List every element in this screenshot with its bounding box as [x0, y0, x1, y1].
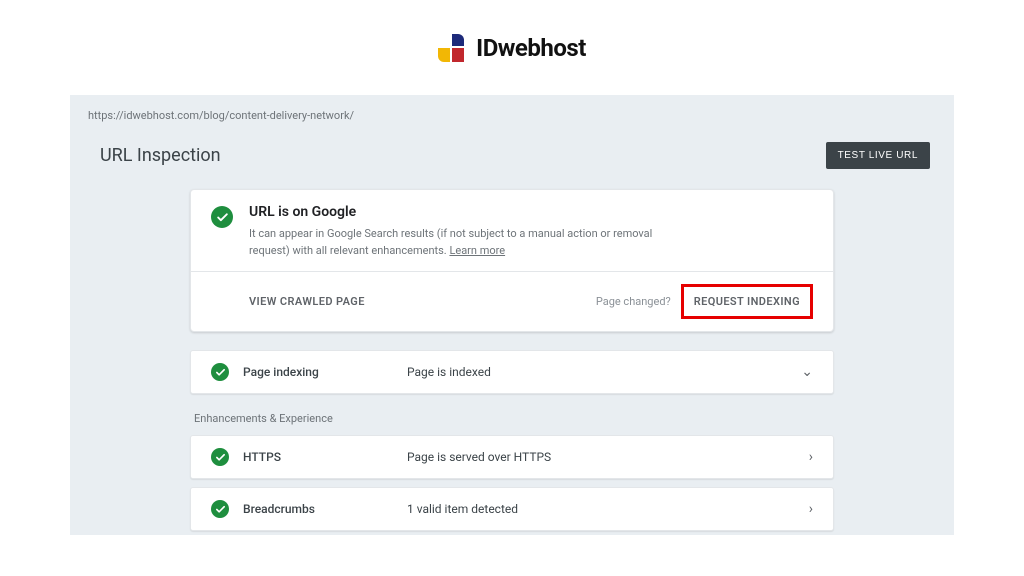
idwebhost-logo-icon — [438, 34, 466, 62]
learn-more-link[interactable]: Learn more — [449, 244, 505, 257]
row-value: Page is served over HTTPS — [407, 450, 795, 464]
page-changed-label: Page changed? — [596, 295, 671, 308]
chevron-right-icon: › — [809, 501, 813, 517]
check-circle-icon — [211, 448, 229, 466]
check-circle-icon — [211, 363, 229, 381]
status-summary: URL is on Google It can appear in Google… — [191, 190, 833, 271]
row-label: Breadcrumbs — [243, 502, 393, 516]
https-row[interactable]: HTTPS Page is served over HTTPS › — [190, 435, 834, 479]
status-description: It can appear in Google Search results (… — [249, 226, 679, 259]
request-indexing-button[interactable]: REQUEST INDEXING — [681, 284, 813, 319]
chevron-right-icon: › — [809, 449, 813, 465]
row-label: HTTPS — [243, 450, 393, 464]
test-live-url-button[interactable]: TEST LIVE URL — [826, 142, 930, 169]
row-value: 1 valid item detected — [407, 502, 795, 516]
page-title: URL Inspection — [100, 145, 221, 166]
status-card: URL is on Google It can appear in Google… — [190, 189, 834, 332]
gsc-header: URL Inspection TEST LIVE URL — [70, 132, 954, 183]
row-value: Page is indexed — [407, 365, 787, 379]
page-indexing-row[interactable]: Page indexing Page is indexed ⌄ — [190, 350, 834, 394]
check-circle-icon — [211, 500, 229, 518]
brand-name: IDwebhost — [476, 34, 586, 62]
row-label: Page indexing — [243, 365, 393, 379]
view-crawled-page-link[interactable]: VIEW CRAWLED PAGE — [211, 295, 365, 308]
brand-header: IDwebhost — [0, 0, 1024, 95]
status-actions: VIEW CRAWLED PAGE Page changed? REQUEST … — [191, 271, 833, 331]
breadcrumbs-row[interactable]: Breadcrumbs 1 valid item detected › — [190, 487, 834, 531]
gsc-content: URL is on Google It can appear in Google… — [70, 183, 954, 531]
gsc-panel: https://idwebhost.com/blog/content-deliv… — [70, 95, 954, 535]
check-circle-icon — [211, 206, 233, 228]
chevron-down-icon: ⌄ — [801, 364, 813, 380]
enhancements-heading: Enhancements & Experience — [194, 412, 834, 425]
inspected-url: https://idwebhost.com/blog/content-deliv… — [70, 95, 954, 132]
status-title: URL is on Google — [249, 204, 679, 220]
